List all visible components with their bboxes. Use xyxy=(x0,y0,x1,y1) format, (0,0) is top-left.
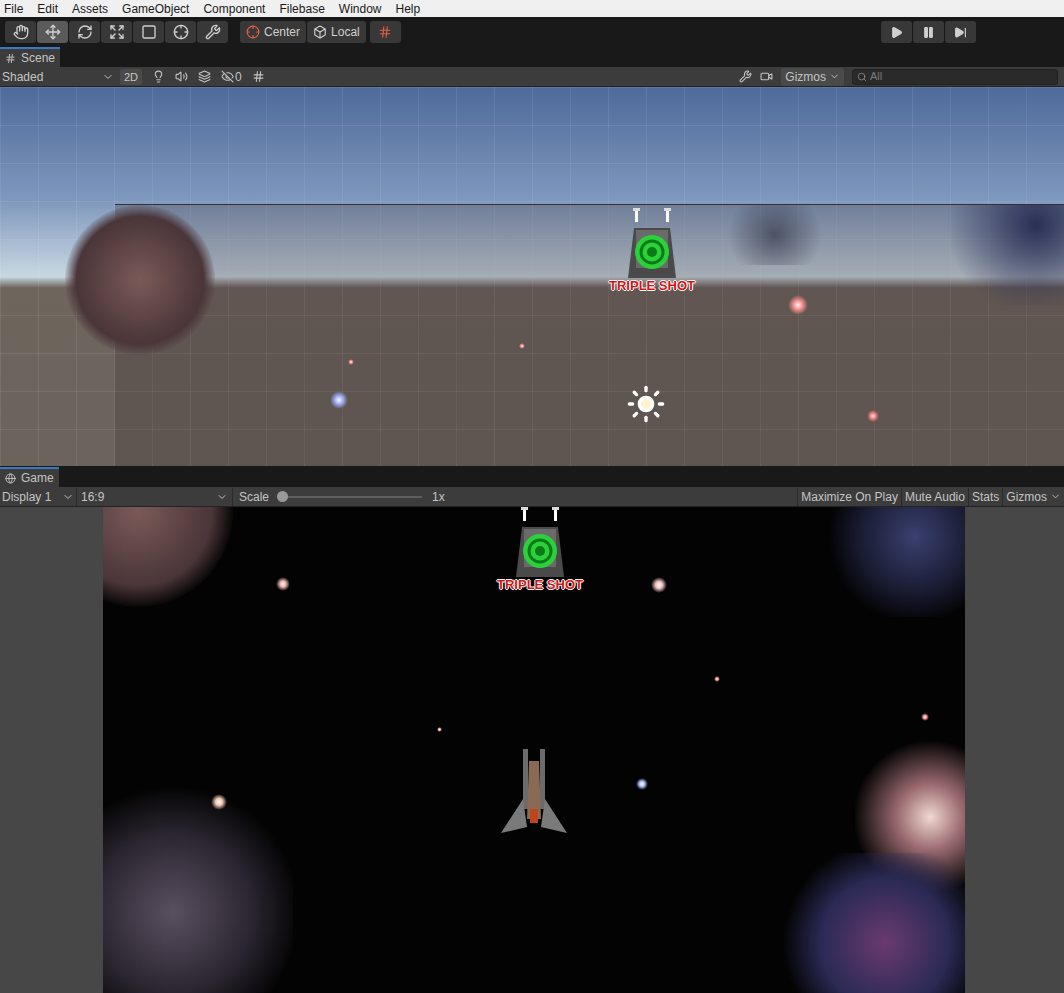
scene-powerup: TRIPLE SHOT xyxy=(609,208,695,292)
menu-item[interactable]: File xyxy=(4,3,23,15)
powerup-label: TRIPLE SHOT xyxy=(609,279,695,292)
tool-icon xyxy=(13,24,29,40)
game-tab-bar: Game xyxy=(0,467,1064,487)
playback-controls xyxy=(881,21,976,43)
scene-toolbar: Shaded2D 0 Gizmos All xyxy=(0,67,1064,87)
tool-icon xyxy=(205,24,221,40)
2d-toggle[interactable]: 2D xyxy=(120,69,142,85)
scene-gizmos-button[interactable]: Gizmos xyxy=(781,68,844,86)
display-dropdown[interactable]: Display 1 xyxy=(0,488,76,506)
game-toolbar-button[interactable]: Maximize On Play xyxy=(797,488,901,506)
star xyxy=(348,359,354,365)
star xyxy=(788,295,808,315)
snap-grid-icon xyxy=(378,25,392,39)
menu-item[interactable]: Edit xyxy=(37,3,58,15)
game-powerup: TRIPLE SHOT xyxy=(497,507,583,591)
tool-icon xyxy=(141,24,157,40)
game-toolbar: Display 116:9Scale1x Maximize On PlayMute… xyxy=(0,487,1064,507)
dropdown-icon xyxy=(216,491,228,503)
powerup-icon xyxy=(622,208,682,282)
effects-icon[interactable] xyxy=(198,70,211,83)
tool-button[interactable] xyxy=(101,21,132,43)
playback-icon xyxy=(922,26,935,39)
game-view: TRIPLE SHOT xyxy=(0,507,1064,993)
scene-tab-bar: Scene xyxy=(0,47,1064,67)
dropdown-icon xyxy=(102,71,114,83)
scene-tab-icon xyxy=(5,53,16,64)
star xyxy=(867,410,879,422)
menu-item[interactable]: GameObject xyxy=(122,3,189,15)
star xyxy=(211,794,227,810)
star xyxy=(636,778,648,790)
game-toolbar-button[interactable]: Gizmos xyxy=(1002,488,1064,506)
pivot-button[interactable]: Center xyxy=(240,21,306,43)
game-tab-icon xyxy=(5,473,16,484)
powerup-icon xyxy=(510,507,570,581)
tool-button[interactable] xyxy=(37,21,68,43)
star xyxy=(714,676,720,682)
camera-icon[interactable] xyxy=(760,70,773,83)
star xyxy=(519,343,525,349)
space-icon xyxy=(313,25,327,39)
shading-dropdown[interactable]: Shaded xyxy=(0,68,116,86)
search-icon xyxy=(857,72,867,82)
scene-viewport[interactable]: TRIPLE SHOT xyxy=(0,87,1064,466)
playback-button[interactable] xyxy=(881,21,912,43)
star xyxy=(437,727,442,732)
audio-icon[interactable] xyxy=(175,70,188,83)
menu-item[interactable]: Help xyxy=(396,3,421,15)
menu-item[interactable]: Component xyxy=(203,3,265,15)
tools-icon[interactable] xyxy=(739,70,752,83)
lighting-icon[interactable] xyxy=(152,70,165,83)
scale-slider-thumb[interactable] xyxy=(277,491,288,502)
menu-item[interactable]: Assets xyxy=(72,3,108,15)
star xyxy=(651,577,667,593)
tool-group xyxy=(5,21,228,43)
aspect-dropdown[interactable]: 16:9 xyxy=(76,488,232,506)
grid-icon[interactable] xyxy=(252,70,265,83)
light-gizmo-icon xyxy=(626,384,666,424)
playback-icon xyxy=(954,26,967,39)
tool-button[interactable] xyxy=(5,21,36,43)
playback-button[interactable] xyxy=(945,21,976,43)
hidden-icon xyxy=(221,70,234,83)
tool-icon xyxy=(109,24,125,40)
tool-button[interactable] xyxy=(197,21,228,43)
star xyxy=(921,713,929,721)
playback-icon xyxy=(890,26,903,39)
game-toolbar-button[interactable]: Mute Audio xyxy=(901,488,968,506)
dropdown-icon xyxy=(1050,491,1061,502)
tool-button[interactable] xyxy=(165,21,196,43)
tool-icon xyxy=(173,24,189,40)
scene-background-sprite xyxy=(115,204,1064,466)
dropdown-icon xyxy=(62,491,74,503)
snap-button[interactable] xyxy=(370,21,401,43)
game-canvas[interactable]: TRIPLE SHOT xyxy=(103,507,965,993)
scene-tab[interactable]: Scene xyxy=(0,47,60,67)
dropdown-icon xyxy=(829,71,840,82)
tool-button[interactable] xyxy=(69,21,100,43)
menu-item[interactable]: Window xyxy=(339,3,382,15)
game-tab[interactable]: Game xyxy=(0,467,59,487)
tool-button[interactable] xyxy=(133,21,164,43)
pivot-icon xyxy=(246,25,260,39)
scale-slider[interactable] xyxy=(277,491,422,503)
menu-bar: File Edit Assets GameObject Component Filebas… xyxy=(0,0,1064,17)
scene-search[interactable]: All xyxy=(852,69,1058,85)
main-toolbar: CenterLocal xyxy=(0,17,1064,47)
tool-icon xyxy=(45,24,61,40)
star xyxy=(330,391,348,409)
game-toolbar-button[interactable]: Stats xyxy=(968,488,1002,506)
hidden-objects[interactable]: 0 xyxy=(221,68,242,86)
tool-icon xyxy=(77,24,93,40)
player-ship-icon xyxy=(499,749,569,835)
powerup-label: TRIPLE SHOT xyxy=(497,578,583,591)
scale-control: Scale1x xyxy=(232,488,451,506)
menu-item[interactable]: Filebase xyxy=(279,3,324,15)
space-button[interactable]: Local xyxy=(307,21,366,43)
playback-button[interactable] xyxy=(913,21,944,43)
star xyxy=(276,577,290,591)
